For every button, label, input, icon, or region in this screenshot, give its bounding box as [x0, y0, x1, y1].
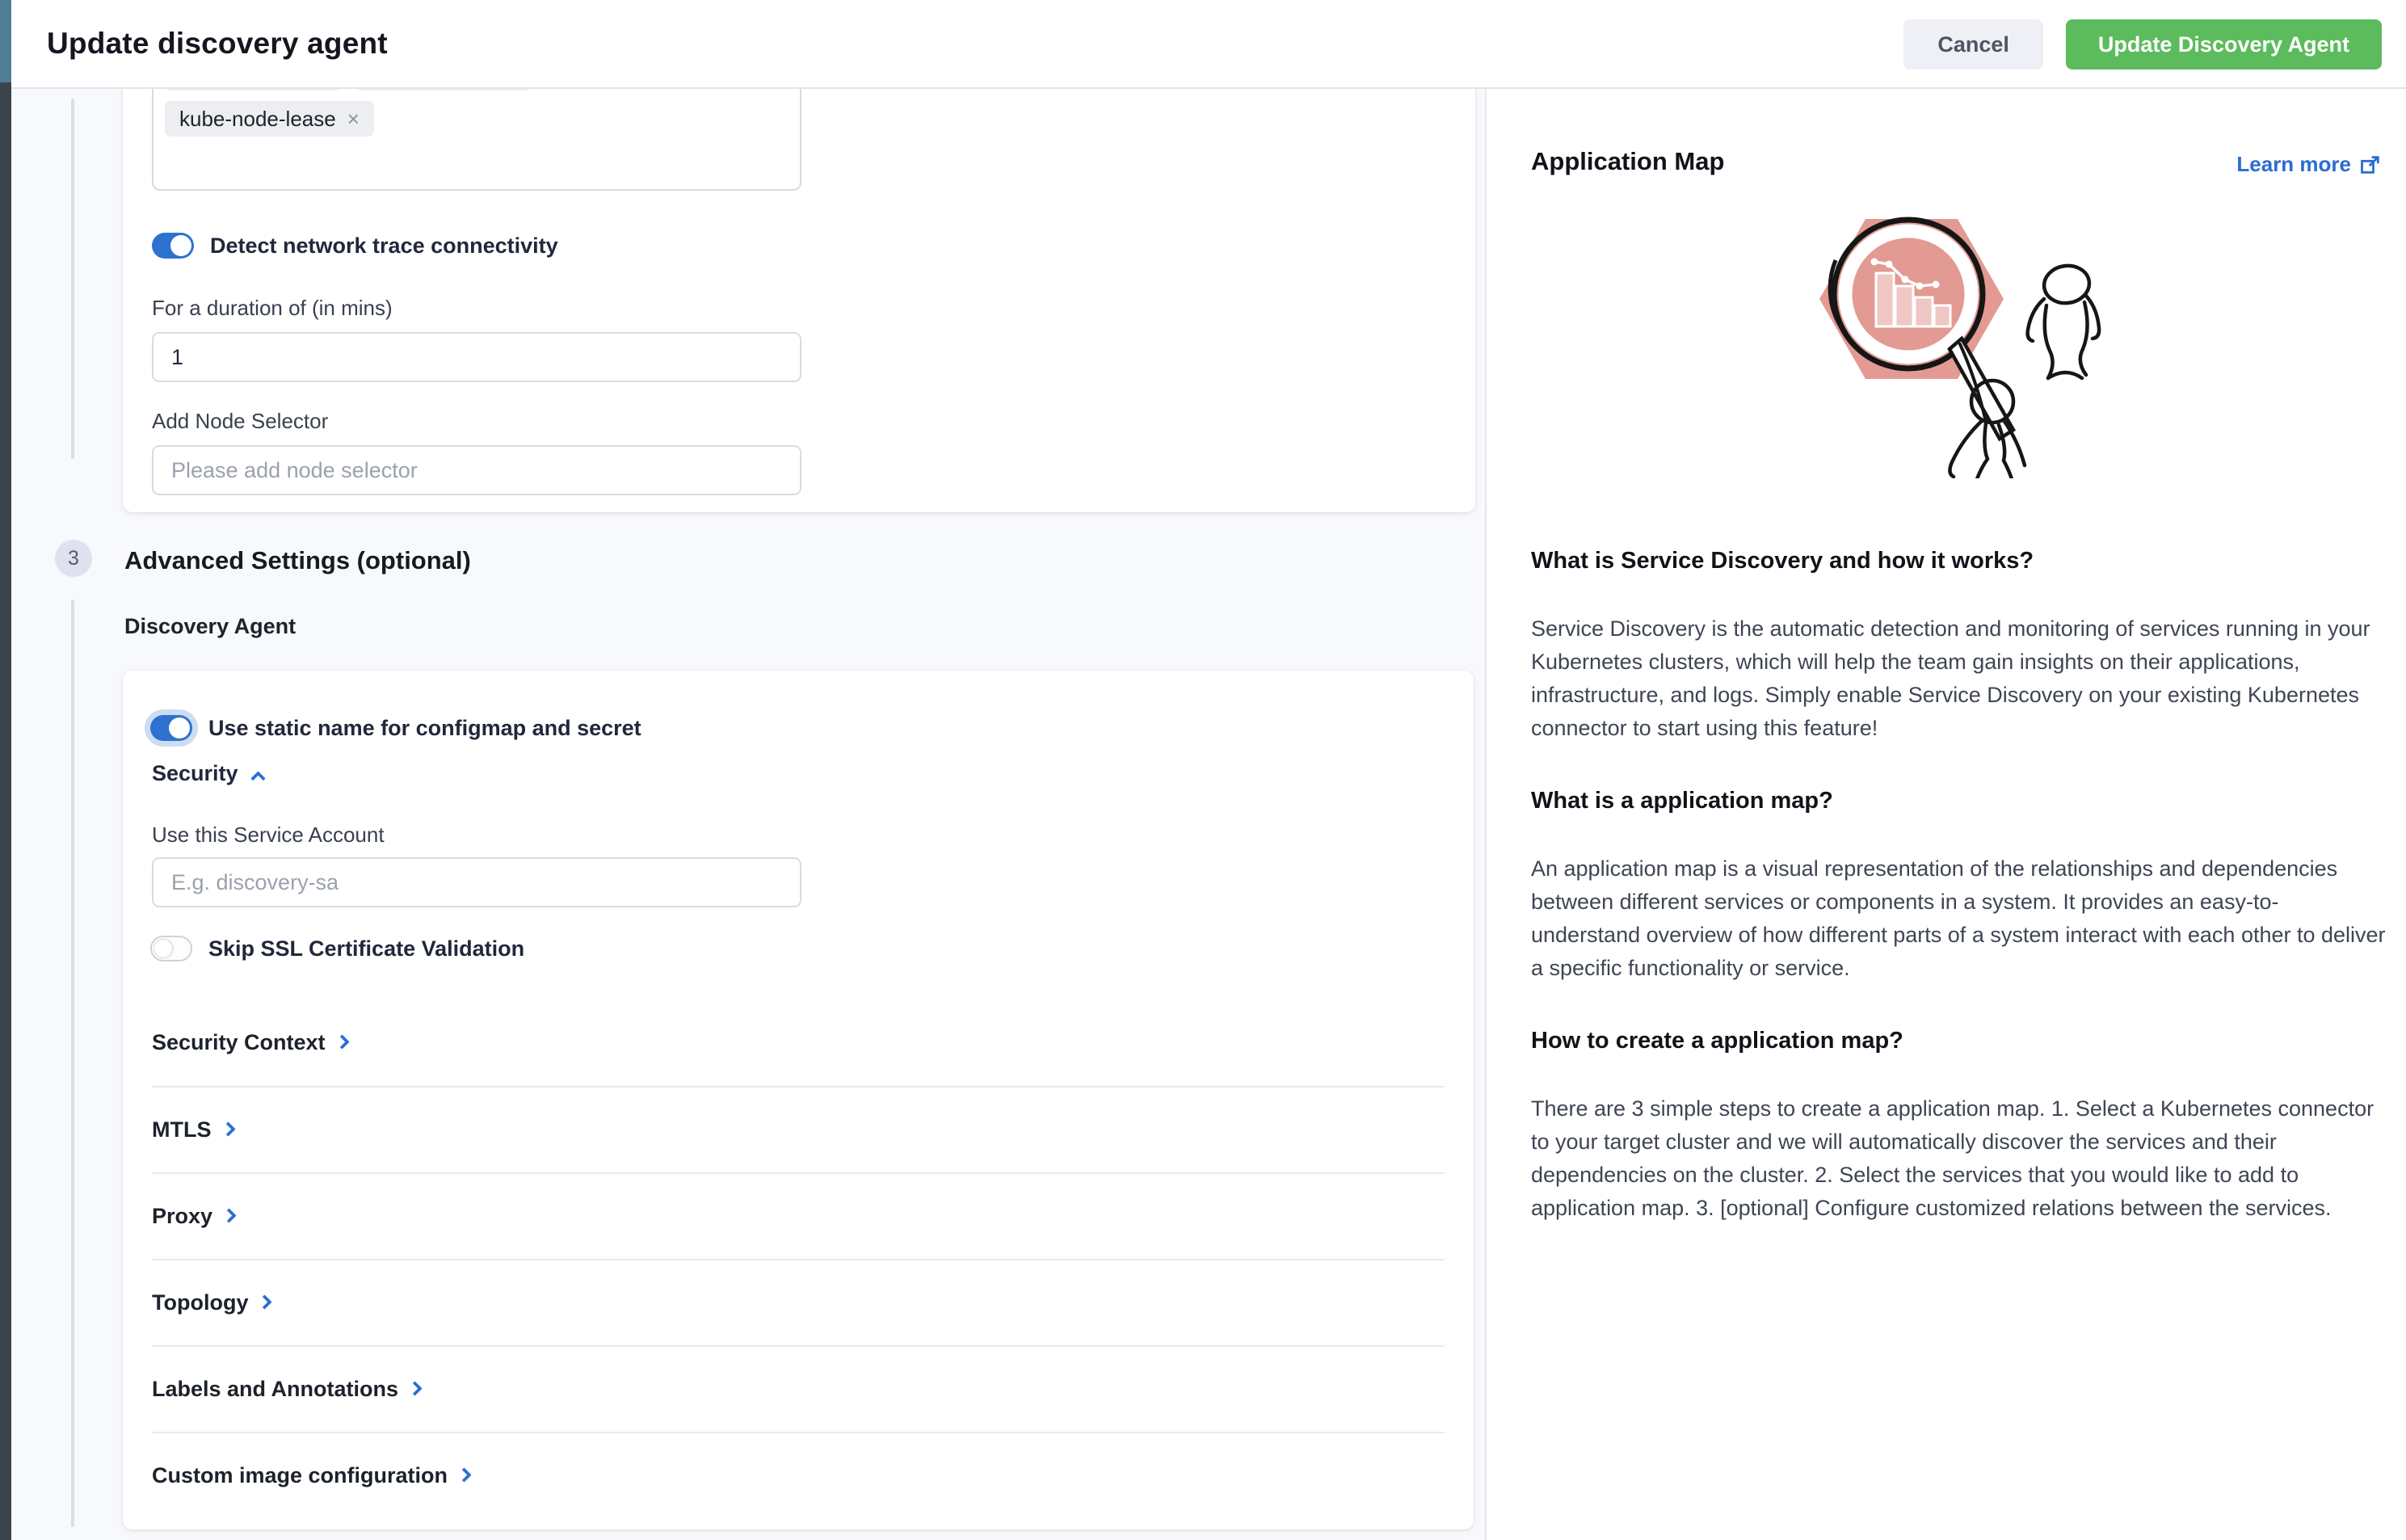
section-row-label: MTLS: [152, 1117, 212, 1142]
skip-ssl-toggle-row: Skip SSL Certificate Validation: [150, 936, 524, 961]
info-paragraph-1: Service Discovery is the automatic detec…: [1531, 612, 2387, 745]
person-standing: [2028, 263, 2100, 378]
info-heading-3: How to create a application map?: [1531, 1028, 1903, 1054]
update-discovery-agent-button[interactable]: Update Discovery Agent: [2066, 19, 2382, 69]
advanced-settings-title: Advanced Settings (optional): [124, 546, 471, 575]
remove-tag-icon[interactable]: ×: [347, 107, 360, 132]
chevron-right-icon: [221, 1121, 235, 1136]
skip-ssl-toggle-label: Skip SSL Certificate Validation: [208, 936, 524, 961]
chevron-up-icon: [250, 771, 265, 785]
security-header-label: Security: [152, 761, 238, 785]
chevron-right-icon: [221, 1208, 236, 1222]
info-heading-1: What is Service Discovery and how it wor…: [1531, 548, 2034, 574]
section-row-security-context[interactable]: Security Context: [152, 999, 1445, 1086]
step-3-badge: 3: [55, 540, 92, 577]
discovery-agent-subtitle: Discovery Agent: [124, 614, 296, 639]
section-row-topology[interactable]: Topology: [152, 1259, 1445, 1345]
toggle-knob: [170, 235, 191, 256]
chevron-right-icon: [456, 1467, 471, 1482]
left-nav-active-indicator: [0, 0, 11, 82]
section-row-label: Security Context: [152, 1030, 326, 1055]
network-trace-toggle[interactable]: [152, 233, 194, 259]
page-title: Update discovery agent: [47, 27, 388, 61]
chevron-right-icon: [407, 1381, 422, 1395]
namespace-tag-label: kube-node-lease: [179, 107, 336, 132]
learn-more-link[interactable]: Learn more: [2236, 152, 2382, 177]
info-panel: Application Map Learn more: [1487, 0, 2406, 1540]
section-row-custom-image[interactable]: Custom image configuration: [152, 1432, 1445, 1518]
application-map-title: Application Map: [1531, 147, 1724, 176]
header-actions: Cancel Update Discovery Agent: [1903, 0, 2382, 89]
service-account-input[interactable]: [152, 857, 801, 907]
network-trace-toggle-row: Detect network trace connectivity: [152, 233, 558, 259]
toggle-knob: [154, 939, 173, 958]
section-row-label: Custom image configuration: [152, 1463, 448, 1488]
skip-ssl-toggle[interactable]: [150, 936, 192, 961]
stepper-line-top: [71, 99, 74, 459]
section-row-label: Topology: [152, 1290, 248, 1315]
security-section-header[interactable]: Security: [152, 761, 263, 786]
static-name-toggle-label: Use static name for configmap and secret: [208, 716, 641, 741]
advanced-settings-card: Use static name for configmap and secret…: [123, 671, 1474, 1529]
node-selector-input[interactable]: [152, 445, 801, 495]
network-trace-toggle-label: Detect network trace connectivity: [210, 234, 558, 259]
chevron-right-icon: [258, 1294, 272, 1309]
info-heading-2: What is a application map?: [1531, 788, 1833, 814]
namespace-tag: kube-node-lease ×: [165, 101, 374, 137]
duration-input[interactable]: [152, 332, 801, 382]
section-row-label: Labels and Annotations: [152, 1377, 398, 1402]
duration-label: For a duration of (in mins): [152, 296, 393, 321]
node-selector-label: Add Node Selector: [152, 409, 328, 434]
external-link-icon: [2359, 154, 2382, 176]
section-row-label: Proxy: [152, 1204, 212, 1229]
section-row-mtls[interactable]: MTLS: [152, 1086, 1445, 1172]
info-paragraph-2: An application map is a visual represent…: [1531, 852, 2387, 985]
chevron-right-icon: [334, 1034, 349, 1049]
left-nav-edge: [0, 0, 11, 1540]
service-account-label: Use this Service Account: [152, 823, 385, 848]
application-map-illustration: [1802, 196, 2141, 478]
page-header: Update discovery agent Cancel Update Dis…: [11, 0, 2406, 89]
section-row-labels-annotations[interactable]: Labels and Annotations: [152, 1345, 1445, 1432]
form-panel: kube-node-lease × Detect network trace c…: [11, 0, 1485, 1540]
static-name-toggle-row: Use static name for configmap and secret: [150, 715, 641, 741]
toggle-knob: [169, 717, 190, 738]
collapsed-sections-list: Security Context MTLS Proxy Topology Lab…: [152, 999, 1445, 1518]
learn-more-label: Learn more: [2236, 152, 2351, 177]
info-paragraph-3: There are 3 simple steps to create a app…: [1531, 1092, 2387, 1225]
section-row-proxy[interactable]: Proxy: [152, 1172, 1445, 1259]
network-trace-card: kube-node-lease × Detect network trace c…: [123, 37, 1475, 512]
cancel-button[interactable]: Cancel: [1903, 19, 2043, 69]
static-name-toggle[interactable]: [150, 715, 192, 741]
stepper-line-bottom: [71, 600, 74, 1527]
